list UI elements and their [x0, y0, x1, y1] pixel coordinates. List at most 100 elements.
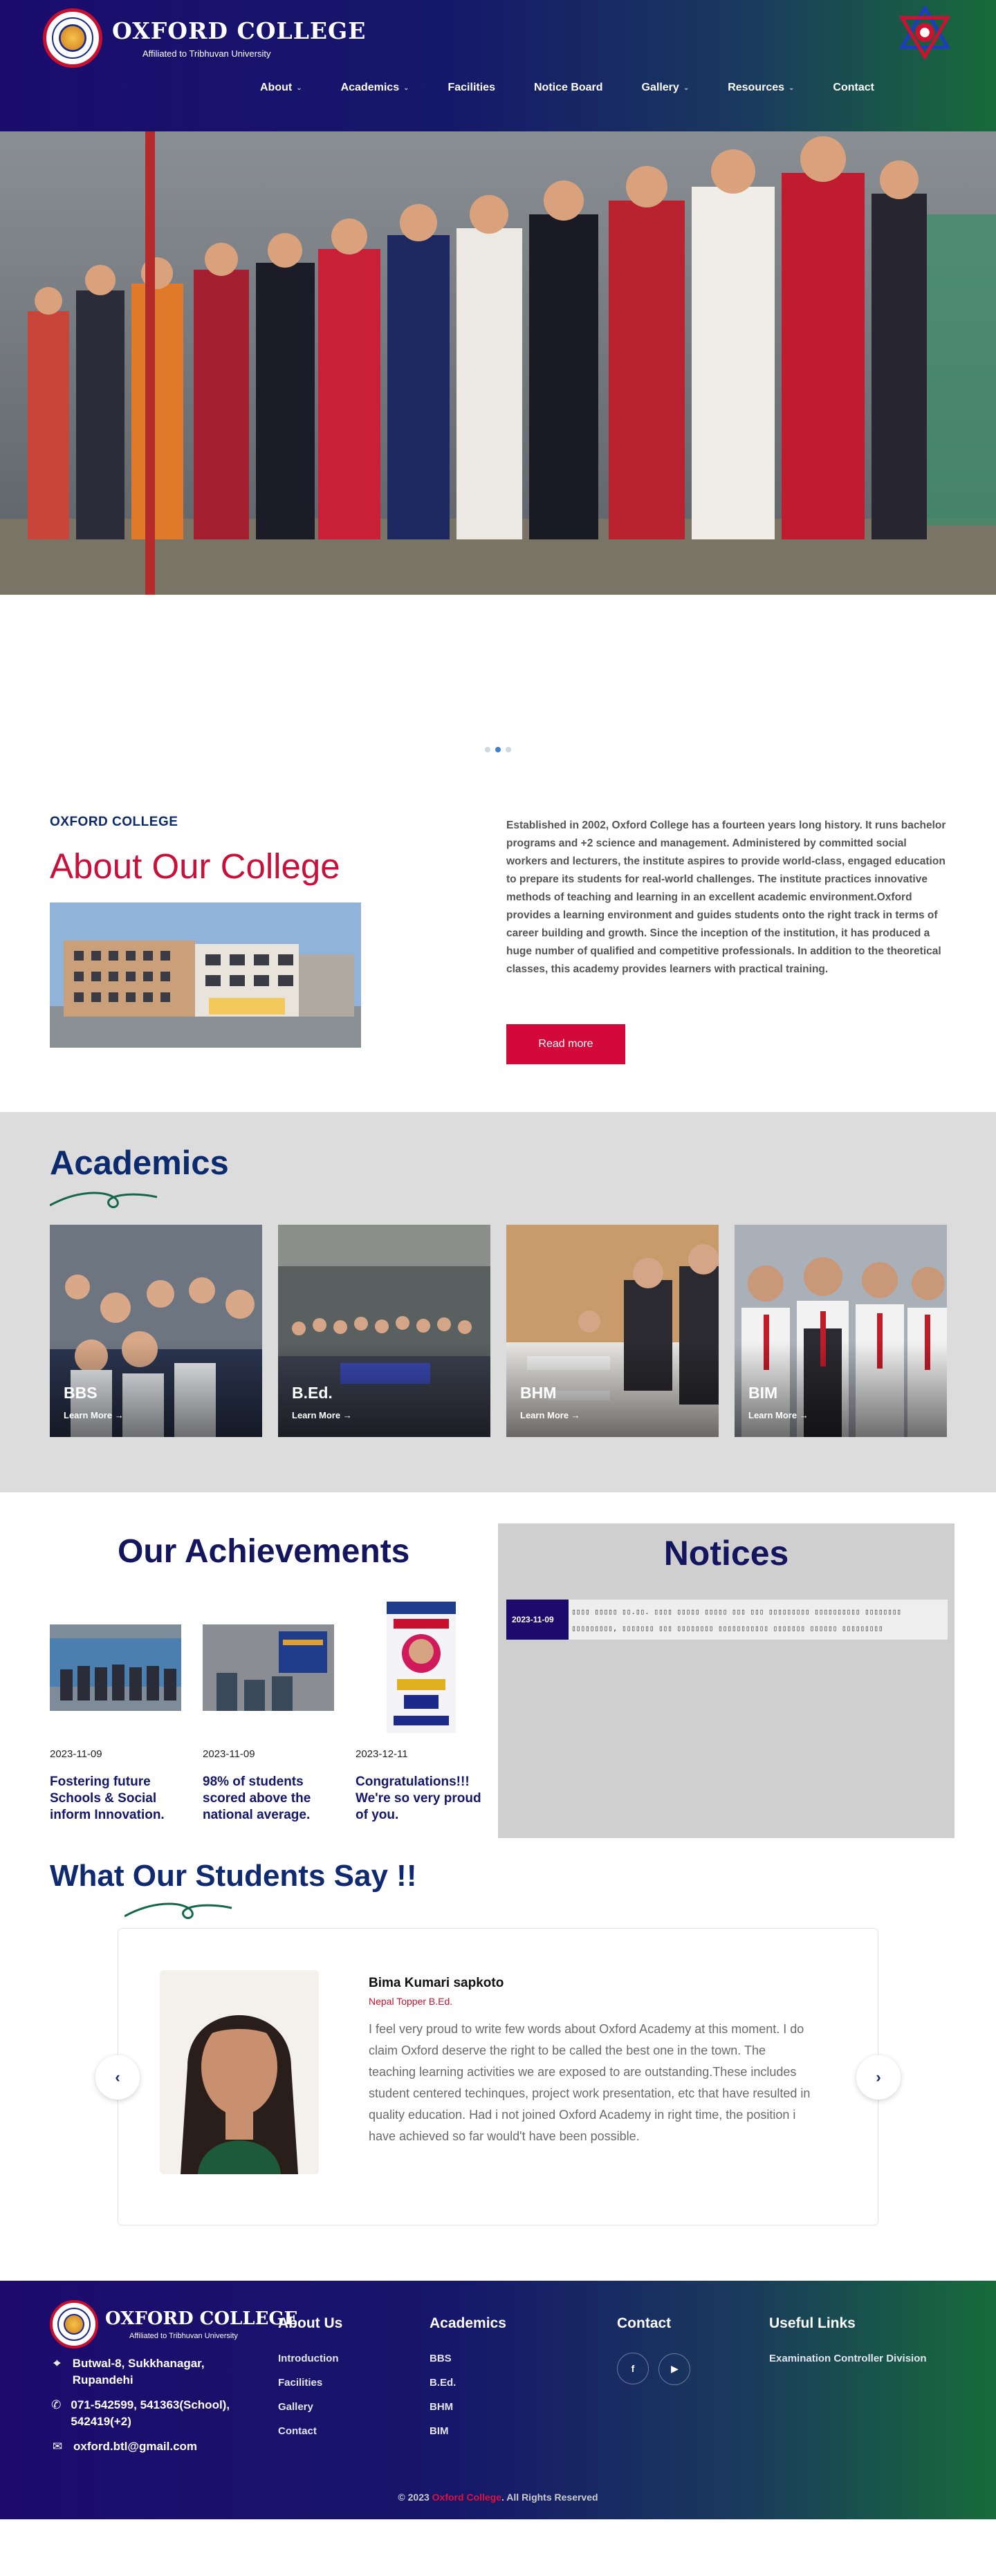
footer-link-introduction[interactable]: Introduction	[278, 2353, 342, 2364]
learn-more-link[interactable]: Learn More →	[748, 1410, 809, 1420]
youtube-icon[interactable]: ▶	[658, 2353, 691, 2385]
college-seal-icon	[43, 8, 102, 68]
chevron-left-icon: ‹	[115, 2068, 120, 2086]
academic-card-bim[interactable]: BIM Learn More →	[735, 1225, 947, 1437]
chevron-down-icon: ⌄	[683, 84, 690, 92]
testimonial-quote: I feel very proud to write few words abo…	[369, 2022, 811, 2143]
site-header: OXFORD COLLEGE Affiliated to Tribhuvan U…	[0, 0, 996, 131]
achievement-item[interactable]: 2023-12-11 Congratulations!!! We're so v…	[356, 1602, 487, 1824]
footer-link-bbs[interactable]: BBS	[430, 2353, 506, 2364]
footer-link-contact[interactable]: Contact	[278, 2425, 342, 2437]
copyright-brand[interactable]: Oxford College	[432, 2492, 501, 2503]
nav-academics[interactable]: Academics ⌄	[322, 82, 429, 94]
notice-item[interactable]: 2023-11-09 ▯▯▯▯ ▯▯▯▯▯ ▯▯.▯▯. ▯▯▯▯ ▯▯▯▯▯ …	[506, 1600, 948, 1640]
learn-more-link[interactable]: Learn More →	[292, 1410, 352, 1420]
achievement-text: Congratulations!!! We're so very proud o…	[356, 1775, 481, 1822]
college-affiliation: Affiliated to Tribhuvan University	[142, 48, 271, 59]
copyright-suffix: . All Rights Reserved	[501, 2492, 598, 2503]
learn-more-link[interactable]: Learn More →	[64, 1410, 124, 1420]
site-logo[interactable]: OXFORD COLLEGE Affiliated to Tribhuvan U…	[43, 8, 366, 68]
card-shade	[735, 1225, 947, 1437]
hero-spacer	[0, 595, 996, 747]
footer-address: ⌖ Butwal-8, Sukkhanagar, Rupandehi	[50, 2355, 257, 2389]
facebook-icon[interactable]: f	[617, 2353, 649, 2384]
college-building-image	[50, 902, 361, 1048]
chevron-down-icon: ⌄	[788, 84, 795, 92]
hero-slider[interactable]	[0, 131, 996, 595]
footer-email-text: oxford.btl@gmail.com	[73, 2440, 198, 2453]
slider-dot[interactable]	[506, 747, 511, 752]
footer-link-facilities[interactable]: Facilities	[278, 2377, 342, 2389]
achievement-text: Fostering future Schools & Social inform…	[50, 1775, 165, 1822]
next-testimonial-button[interactable]: ›	[856, 2055, 901, 2100]
footer-link-bhm[interactable]: BHM	[430, 2401, 506, 2413]
nav-facilities[interactable]: Facilities	[428, 82, 514, 94]
footer-link-bed[interactable]: B.Ed.	[430, 2377, 506, 2389]
nav-facilities-label: Facilities	[448, 82, 495, 93]
academic-card-bbs[interactable]: BBS Learn More →	[50, 1225, 262, 1437]
nav-contact[interactable]: Contact	[813, 82, 894, 94]
learn-more-label: Learn More	[520, 1410, 569, 1420]
achievement-date: 2023-11-09	[50, 1748, 102, 1760]
learn-more-link[interactable]: Learn More →	[520, 1410, 580, 1420]
chevron-down-icon: ⌄	[296, 84, 302, 92]
academics-section: Academics BBS Learn More → B.Ed. Learn M…	[0, 1112, 996, 1492]
card-label: B.Ed.	[292, 1384, 333, 1402]
nav-notice-board-label: Notice Board	[533, 82, 603, 93]
slider-dot-active[interactable]	[495, 747, 501, 752]
footer-link-exam-controller[interactable]: Examination Controller Division	[769, 2353, 927, 2364]
read-more-button[interactable]: Read more	[506, 1024, 625, 1064]
achievements-title: Our Achievements	[118, 1533, 410, 1570]
card-shade	[50, 1225, 262, 1437]
arrow-right-icon: →	[342, 1410, 352, 1420]
achievement-text: 98% of students scored above the nationa…	[203, 1775, 311, 1822]
nav-resources[interactable]: Resources ⌄	[708, 82, 813, 94]
achievement-item[interactable]: 2023-11-09 Fostering future Schools & So…	[50, 1602, 181, 1824]
hero-cultural-performers-image	[0, 131, 996, 595]
academic-card-bhm[interactable]: BHM Learn More →	[506, 1225, 719, 1437]
footer-link-bim[interactable]: BIM	[430, 2425, 506, 2437]
nav-about[interactable]: About ⌄	[241, 82, 322, 94]
nav-about-label: About	[260, 82, 293, 93]
footer-contact-column: Contact f ▶	[617, 2315, 697, 2385]
academic-card-bed[interactable]: B.Ed. Learn More →	[278, 1225, 490, 1437]
achievement-item[interactable]: 2023-11-09 98% of students scored above …	[203, 1602, 334, 1824]
college-seal-icon	[50, 2300, 98, 2348]
slider-dot[interactable]	[485, 747, 490, 752]
achievements-list: 2023-11-09 Fostering future Schools & So…	[50, 1602, 487, 1824]
footer-academics-column: Academics BBS B.Ed. BHM BIM	[430, 2315, 506, 2449]
nav-gallery[interactable]: Gallery ⌄	[622, 82, 709, 94]
notices-title: Notices	[663, 1534, 789, 1573]
footer-affiliation: Affiliated to Tribhuvan University	[129, 2332, 238, 2340]
location-pin-icon: ⌖	[53, 2357, 61, 2370]
chevron-right-icon: ›	[876, 2068, 881, 2086]
main-nav: About ⌄ Academics ⌄ Facilities Notice Boar…	[0, 82, 996, 94]
copyright: © 2023 Oxford College. All Rights Reserv…	[0, 2492, 996, 2503]
footer-link-gallery[interactable]: Gallery	[278, 2401, 342, 2413]
nav-contact-label: Contact	[833, 82, 874, 93]
footer-useful-links-column: Useful Links Examination Controller Divi…	[769, 2315, 927, 2377]
arrow-right-icon: →	[114, 1410, 124, 1420]
footer-logo[interactable]: OXFORD COLLEGE Affiliated to Tribhuvan U…	[50, 2300, 297, 2348]
footer-useful-title: Useful Links	[769, 2315, 856, 2331]
footer-email[interactable]: ✉ oxford.btl@gmail.com	[50, 2438, 257, 2455]
nav-notice-board[interactable]: Notice Board	[515, 82, 622, 94]
prev-testimonial-button[interactable]: ‹	[95, 2055, 140, 2100]
achievement-date: 2023-11-09	[203, 1748, 255, 1760]
notice-date: 2023-11-09	[506, 1600, 569, 1640]
footer-address-text: Butwal-8, Sukkhanagar, Rupandehi	[72, 2357, 205, 2387]
notice-text: ▯▯▯▯ ▯▯▯▯▯ ▯▯.▯▯. ▯▯▯▯ ▯▯▯▯▯ ▯▯▯▯▯ ▯▯▯ ▯…	[571, 1607, 901, 1633]
footer-college-name: OXFORD COLLEGE	[105, 2308, 298, 2329]
about-body: Established in 2002, Oxford College has …	[506, 819, 946, 975]
arrow-right-icon: →	[799, 1410, 809, 1420]
footer-academics-title: Academics	[430, 2315, 506, 2331]
chevron-down-icon: ⌄	[403, 84, 409, 92]
testimonials-title: What Our Students Say !!	[50, 1859, 417, 1893]
student-photo	[160, 1970, 319, 2174]
footer-phone[interactable]: ✆ 071-542599, 541363(School), 542419(+2)	[50, 2397, 257, 2430]
card-label: BBS	[64, 1384, 98, 1402]
learn-more-label: Learn More	[64, 1410, 113, 1420]
card-shade	[506, 1225, 719, 1437]
slider-dots	[0, 747, 996, 752]
nav-gallery-label: Gallery	[641, 82, 679, 93]
